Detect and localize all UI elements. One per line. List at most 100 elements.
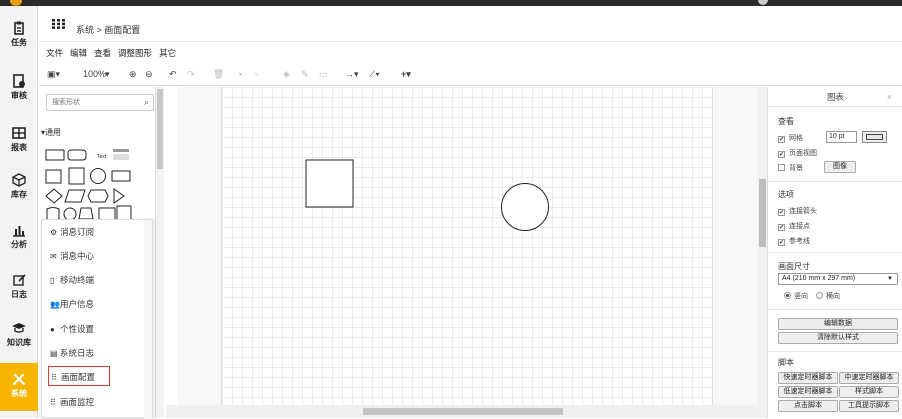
shape-section-general[interactable]: ▾通用 (41, 127, 61, 138)
divider (768, 252, 902, 253)
radio-button (816, 292, 823, 299)
shape-search-input[interactable] (47, 95, 137, 110)
mobile-icon: ▯ (50, 276, 55, 285)
square-shape[interactable] (305, 159, 354, 208)
menu-arrange[interactable]: 调整图形 (118, 47, 152, 59)
scroll-thumb[interactable] (363, 408, 563, 415)
shape-search: ⌕ (46, 94, 154, 111)
to-front-icon[interactable]: ▪ (239, 69, 242, 79)
slow-timer-script-button[interactable]: 低速定时器脚本 (778, 386, 838, 398)
landscape-radio[interactable]: 横向 (816, 291, 840, 301)
click-script-button[interactable]: 点击脚本 (778, 400, 838, 412)
undo-icon[interactable]: ↶ (169, 69, 177, 80)
nav-label: 库存 (11, 190, 27, 199)
zoom-out-icon[interactable]: ⊖ (145, 69, 153, 80)
waypoints-icon[interactable]: ⟋▾ (369, 69, 380, 80)
zoom-select[interactable]: 100% (83, 69, 106, 79)
redo-icon[interactable]: ↷ (187, 69, 195, 80)
canvas-vertical-scrollbar[interactable] (758, 87, 767, 405)
medium-timer-script-button[interactable]: 中速定时器脚本 (839, 372, 899, 384)
nav-label: 知识库 (7, 338, 31, 347)
connect-arrows-checkbox[interactable]: ✔ 连接箭头 (778, 206, 817, 216)
nav-item-analysis[interactable]: 分析 (0, 222, 38, 266)
shadow-icon[interactable]: ▭ (319, 69, 328, 80)
page-header: 系统 > 画面配置 (39, 6, 902, 42)
menu-file[interactable]: 文件 (46, 47, 63, 59)
zoom-in-icon[interactable]: ⊕ (129, 69, 137, 80)
nav-label: 系统 (11, 389, 27, 398)
close-icon[interactable]: × (887, 92, 892, 102)
page-view-checkbox[interactable]: ✔ 页面视图 (778, 148, 817, 158)
shape-palette[interactable]: Text (45, 147, 137, 221)
diagram-page[interactable] (221, 87, 713, 405)
canvas-horizontal-scrollbar[interactable] (166, 405, 767, 418)
line-color-icon[interactable]: ✎ (301, 69, 309, 80)
dropdown-scrollbar[interactable] (144, 220, 152, 419)
to-back-icon[interactable]: ▫ (255, 69, 258, 79)
nav-item-knowledge[interactable]: 知识库 (0, 320, 38, 364)
breadcrumb: 系统 > 画面配置 (76, 25, 141, 35)
shapes-scrollbar[interactable] (156, 87, 164, 418)
checkbox: ✔ (778, 151, 785, 158)
menu-item-user-info[interactable]: 👥用户信息 (50, 294, 148, 314)
menu-item-subscribe[interactable]: ⚙ 消息订阅 (50, 222, 148, 242)
grid-color-button[interactable] (862, 131, 887, 143)
grid-size-input[interactable]: 10 pt (826, 131, 857, 143)
svg-text:Text: Text (97, 154, 107, 160)
fill-color-icon[interactable]: ◈ (283, 69, 290, 80)
nav-item-logs[interactable]: 日志 (0, 272, 38, 316)
tooltip-script-button[interactable]: 工具提示脚本 (839, 400, 899, 412)
menu-item-mobile[interactable]: ▯ 移动终端 (50, 270, 148, 290)
mail-icon: ✉ (50, 252, 57, 261)
style-script-button[interactable]: 样式脚本 (839, 386, 899, 398)
menu-item-system-log[interactable]: ▤ 系统日志 (50, 343, 148, 363)
circle-shape[interactable] (501, 183, 549, 231)
nav-label: 审核 (11, 91, 27, 100)
menu-edit[interactable]: 编辑 (70, 47, 87, 59)
nav-item-system[interactable]: 系统 (0, 363, 38, 411)
connect-points-checkbox[interactable]: ✔ 连接点 (778, 221, 810, 231)
search-icon[interactable]: ⌕ (144, 97, 149, 108)
diagram-canvas[interactable] (177, 87, 758, 405)
insert-icon[interactable]: +▾ (401, 69, 411, 80)
app-sidebar: 任务 审核 报表 库存 分析 日志 知识库 系统 (0, 6, 38, 418)
nav-label: 任务 (11, 38, 27, 47)
apps-grid-icon[interactable] (52, 19, 65, 29)
menu-item-screen-config[interactable]: ⠿ 画面配置 (48, 366, 110, 386)
chevron-down-icon: ▾ (105, 69, 110, 79)
menu-view[interactable]: 查看 (94, 47, 111, 59)
subscribe-icon: ⚙ (50, 228, 58, 237)
paper-size-select[interactable]: A4 (210 mm x 297 mm) ▼ (778, 273, 898, 285)
clear-default-style-button[interactable]: 清除默认样式 (778, 332, 898, 344)
connection-style-icon[interactable]: →▾ (345, 69, 359, 80)
radio-button (784, 292, 791, 299)
nav-item-reports[interactable]: 报表 (0, 125, 38, 169)
nav-item-audit[interactable]: 审核 (0, 73, 38, 117)
tools-icon (12, 373, 26, 386)
nav-item-tasks[interactable]: 任务 (0, 20, 38, 64)
portrait-radio[interactable]: 竖向 (784, 291, 808, 301)
toolbar: ▣▾ 100% ▾ ⊕ ⊖ ↶ ↷ 🗑 ▪ ▫ ◈ ✎ ▭ →▾ ⟋▾ +▾ (39, 64, 902, 86)
edit-data-button[interactable]: 编辑数据 (778, 318, 898, 330)
user-avatar[interactable] (758, 0, 768, 5)
delete-icon[interactable]: 🗑 (213, 69, 224, 80)
menu-other[interactable]: 其它 (159, 47, 176, 59)
checkbox: ✔ (778, 209, 785, 216)
menu-item-preferences[interactable]: ● 个性设置 (50, 319, 148, 339)
menu-bar: 文件 编辑 查看 调整图形 其它 (39, 47, 176, 61)
users-icon: 👥 (50, 300, 60, 309)
grid-checkbox[interactable]: ✔ 网格 (778, 133, 803, 143)
nav-item-inventory[interactable]: 库存 (0, 172, 38, 216)
menu-item-message-center[interactable]: ✉ 消息中心 (50, 246, 148, 266)
menu-item-screen-monitor[interactable]: ⠿ 画面监控 (50, 392, 148, 412)
image-button[interactable]: 图像 (824, 161, 856, 173)
fast-timer-script-button[interactable]: 快速定时器脚本 (778, 372, 838, 384)
guides-checkbox[interactable]: ✔ 参考线 (778, 236, 810, 246)
format-panel-toggle-icon[interactable]: ▣▾ (47, 69, 60, 80)
background-checkbox[interactable]: 背景 (778, 163, 803, 173)
checkbox: ✔ (778, 239, 785, 246)
scroll-thumb[interactable] (157, 89, 163, 169)
box-icon (12, 173, 26, 187)
scroll-thumb[interactable] (759, 179, 766, 247)
grid-icon: ⠿ (50, 398, 56, 407)
